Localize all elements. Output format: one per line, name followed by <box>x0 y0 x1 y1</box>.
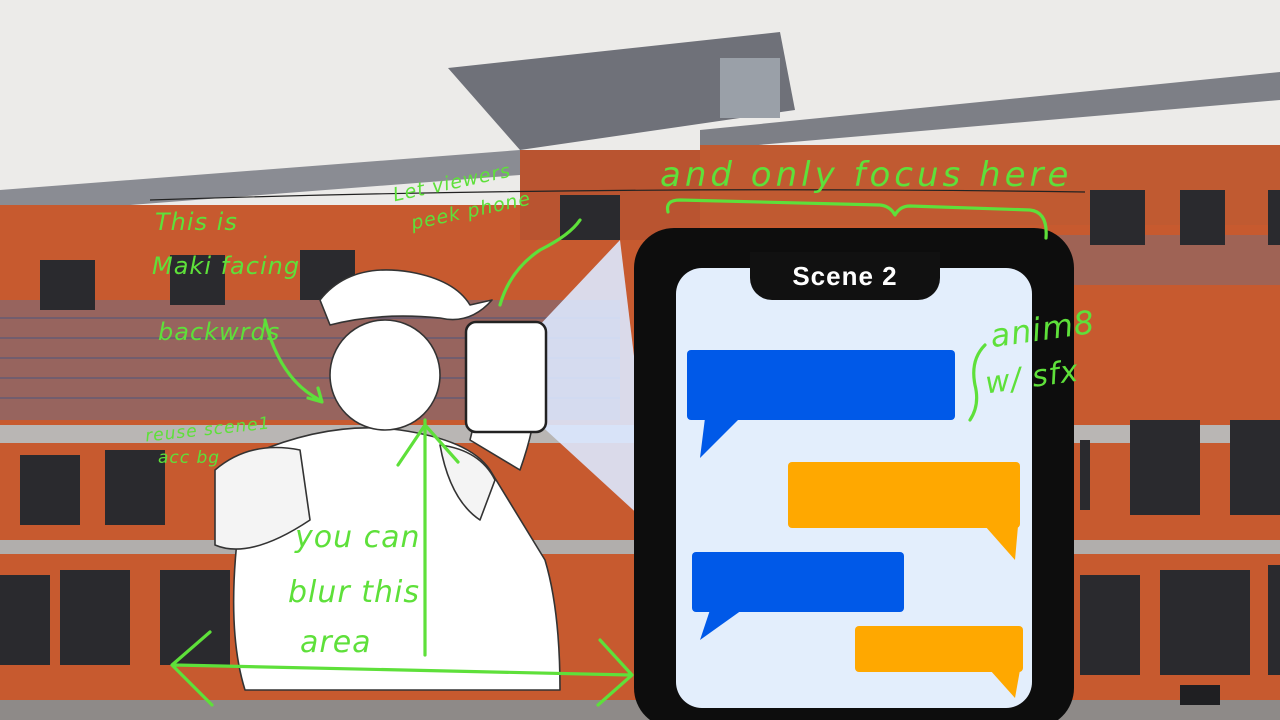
blur-annotation-line-1: you can <box>295 520 421 555</box>
storyboard-scene <box>0 0 1280 720</box>
maki-annotation-line-3: backwrds <box>158 318 281 346</box>
blur-annotation-line-3: area <box>300 625 372 660</box>
focus-annotation: and only focus here <box>660 155 1073 195</box>
blur-annotation-line-2: blur this <box>288 575 421 610</box>
scene-label: Scene 2 <box>750 252 940 300</box>
reuse-annotation-line-2: acc bg <box>158 448 221 468</box>
maki-annotation-line-1: This is <box>155 208 238 236</box>
maki-annotation-line-2: Maki facing <box>152 252 301 280</box>
